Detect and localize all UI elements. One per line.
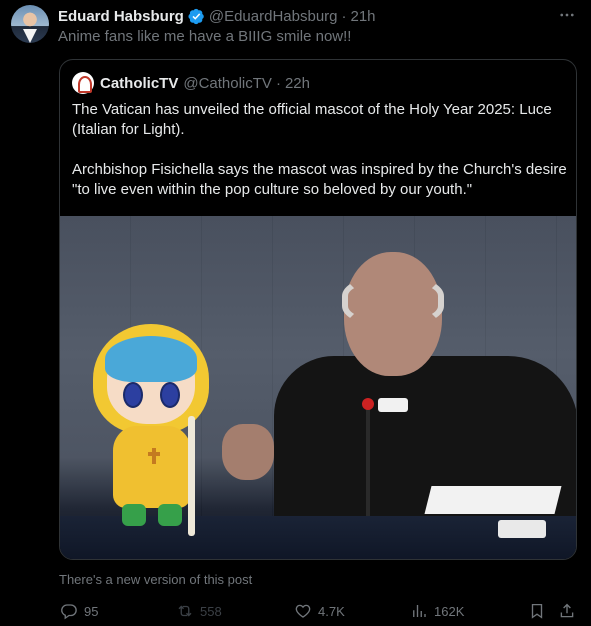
quoted-paragraph-2: Archbishop Fisichella says the mascot wa… — [72, 161, 567, 198]
quoted-text: The Vatican has unveiled the official ma… — [72, 100, 568, 200]
author-avatar[interactable] — [11, 5, 49, 43]
share-button[interactable] — [558, 598, 582, 624]
action-bar: 95 558 4.7K 162K — [0, 598, 591, 624]
post-time[interactable]: 21h — [351, 8, 376, 25]
author-handle[interactable]: @EduardHabsburg — [209, 8, 338, 25]
post-header: Eduard Habsburg @EduardHabsburg · 21h — [58, 6, 376, 26]
quoted-avatar[interactable] — [72, 72, 94, 94]
more-icon[interactable] — [556, 6, 578, 24]
separator-dot: · — [341, 7, 347, 25]
bookmark-icon — [531, 603, 543, 619]
bookmark-button[interactable] — [528, 598, 552, 624]
views-count: 162K — [434, 603, 465, 619]
quoted-time[interactable]: 22h — [285, 75, 310, 92]
separator-dot: · — [275, 74, 281, 92]
repost-icon — [178, 605, 192, 617]
views-icon — [413, 605, 426, 617]
post[interactable]: Eduard Habsburg @EduardHabsburg · 21h An… — [0, 0, 591, 626]
quoted-author-handle[interactable]: @CatholicTV — [183, 75, 272, 92]
quoted-post[interactable]: CatholicTV @CatholicTV · 22h The Vatican… — [59, 59, 577, 560]
like-count: 4.7K — [318, 603, 345, 619]
heart-icon — [295, 604, 311, 618]
quoted-header: CatholicTV @CatholicTV · 22h — [72, 72, 310, 94]
repost-button[interactable]: 558 — [176, 598, 222, 624]
repost-count: 558 — [200, 603, 222, 619]
like-button[interactable]: 4.7K — [294, 598, 345, 624]
reply-button[interactable]: 95 — [60, 598, 98, 624]
views-button[interactable]: 162K — [410, 598, 464, 624]
author-name[interactable]: Eduard Habsburg — [58, 8, 184, 25]
quoted-author-name[interactable]: CatholicTV — [100, 75, 178, 92]
share-icon — [560, 603, 574, 618]
reply-icon — [61, 604, 77, 620]
new-version-notice[interactable]: There's a new version of this post — [59, 572, 252, 587]
quoted-photo[interactable] — [60, 216, 576, 559]
reply-count: 95 — [84, 603, 99, 619]
quoted-paragraph-1: The Vatican has unveiled the official ma… — [72, 101, 552, 138]
post-text: Anime fans like me have a BIIIG smile no… — [58, 28, 352, 45]
verified-badge-icon[interactable] — [188, 8, 205, 25]
